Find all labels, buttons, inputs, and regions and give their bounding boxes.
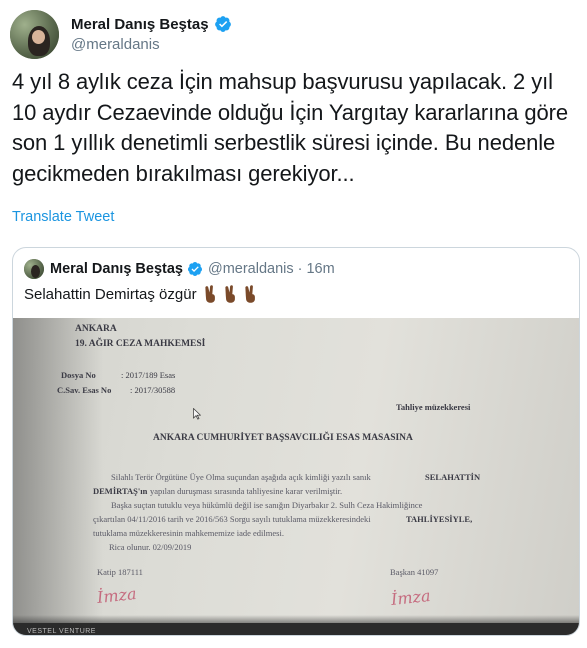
tweet-text: 4 yıl 8 aylık ceza İçin mahsup başvurusu… bbox=[12, 69, 569, 186]
doc-court-city: ANKARA bbox=[75, 324, 117, 334]
verified-badge-icon bbox=[187, 262, 202, 276]
quoted-author-handle: @meraldanis bbox=[207, 261, 294, 277]
doc-body-line2a: DEMİRTAŞ'ın bbox=[93, 486, 148, 496]
doc-body-line3: Başka suçtan tutuklu veya hükümlü değil … bbox=[111, 500, 423, 510]
author-handle[interactable]: @meraldanis bbox=[71, 36, 232, 53]
doc-csav-label: C.Sav. Esas No bbox=[57, 385, 112, 395]
document-photo[interactable]: ANKARA 19. AĞIR CEZA MAHKEMESİ Dosya No … bbox=[13, 318, 579, 635]
tweet-header: Meral Danış Beştaş @meraldanis bbox=[10, 8, 232, 60]
doc-type: Tahliye müzekkeresi bbox=[396, 402, 471, 412]
quoted-tweet-header: Meral Danış Beştaş @meraldanis · 16m bbox=[24, 259, 335, 279]
doc-court-name: 19. AĞIR CEZA MAHKEMESİ bbox=[75, 339, 206, 349]
translate-tweet-link[interactable]: Translate Tweet bbox=[12, 209, 114, 225]
separator-dot: · bbox=[297, 261, 303, 277]
author-name[interactable]: Meral Danış Beştaş bbox=[71, 16, 209, 33]
signature-baskan: İmza bbox=[390, 585, 432, 610]
doc-date-line: Rica olunur. 02/09/2019 bbox=[109, 542, 192, 552]
doc-dosya-value: : 2017/189 Esas bbox=[121, 370, 176, 380]
doc-body-line1b: SELAHATTİN bbox=[425, 472, 481, 482]
doc-katip: Katip 187111 bbox=[97, 567, 143, 577]
author-avatar[interactable] bbox=[10, 9, 59, 59]
doc-body-line4b: TAHLİYESİYLE, bbox=[406, 514, 473, 524]
quoted-tweet-text-row: Selahattin Demirtaş özgür bbox=[24, 285, 259, 303]
doc-baskan: Başkan 41097 bbox=[390, 567, 439, 577]
victory-hand-icon bbox=[204, 285, 215, 303]
mouse-cursor-icon bbox=[193, 408, 201, 420]
doc-recipient: ANKARA CUMHURİYET BAŞSAVCILIĞI ESAS MASA… bbox=[153, 433, 413, 443]
author-identity: Meral Danış Beştaş @meraldanis bbox=[71, 15, 232, 53]
quoted-tweet-time: 16m bbox=[306, 261, 335, 277]
signature-katip: İmza bbox=[96, 583, 138, 608]
doc-body-line5: tutuklama müzekkeresinin mahkememize iad… bbox=[93, 528, 284, 538]
photo-bottom-label: VESTEL VENTURE bbox=[27, 628, 96, 635]
verified-badge-icon bbox=[214, 16, 231, 32]
doc-body-line4a: çıkartılan 04/11/2016 tarih ve 2016/563 … bbox=[93, 514, 371, 524]
doc-body-line2b: yapılan duruşması sırasında tahliyesine … bbox=[150, 486, 343, 496]
victory-hand-icon bbox=[224, 285, 235, 303]
quoted-author-name: Meral Danış Beştaş bbox=[50, 261, 183, 277]
quoted-tweet-card[interactable]: Meral Danış Beştaş @meraldanis · 16m Sel… bbox=[12, 247, 580, 636]
quoted-tweet-text: Selahattin Demirtaş özgür bbox=[24, 285, 197, 303]
doc-body-line1a: Silahlı Terör Örgütüne Üye Olma suçundan… bbox=[111, 472, 371, 482]
victory-hand-icon bbox=[244, 285, 255, 303]
doc-dosya-label: Dosya No bbox=[61, 370, 96, 380]
quoted-author-avatar bbox=[24, 259, 44, 279]
doc-csav-value: : 2017/30588 bbox=[130, 385, 176, 395]
